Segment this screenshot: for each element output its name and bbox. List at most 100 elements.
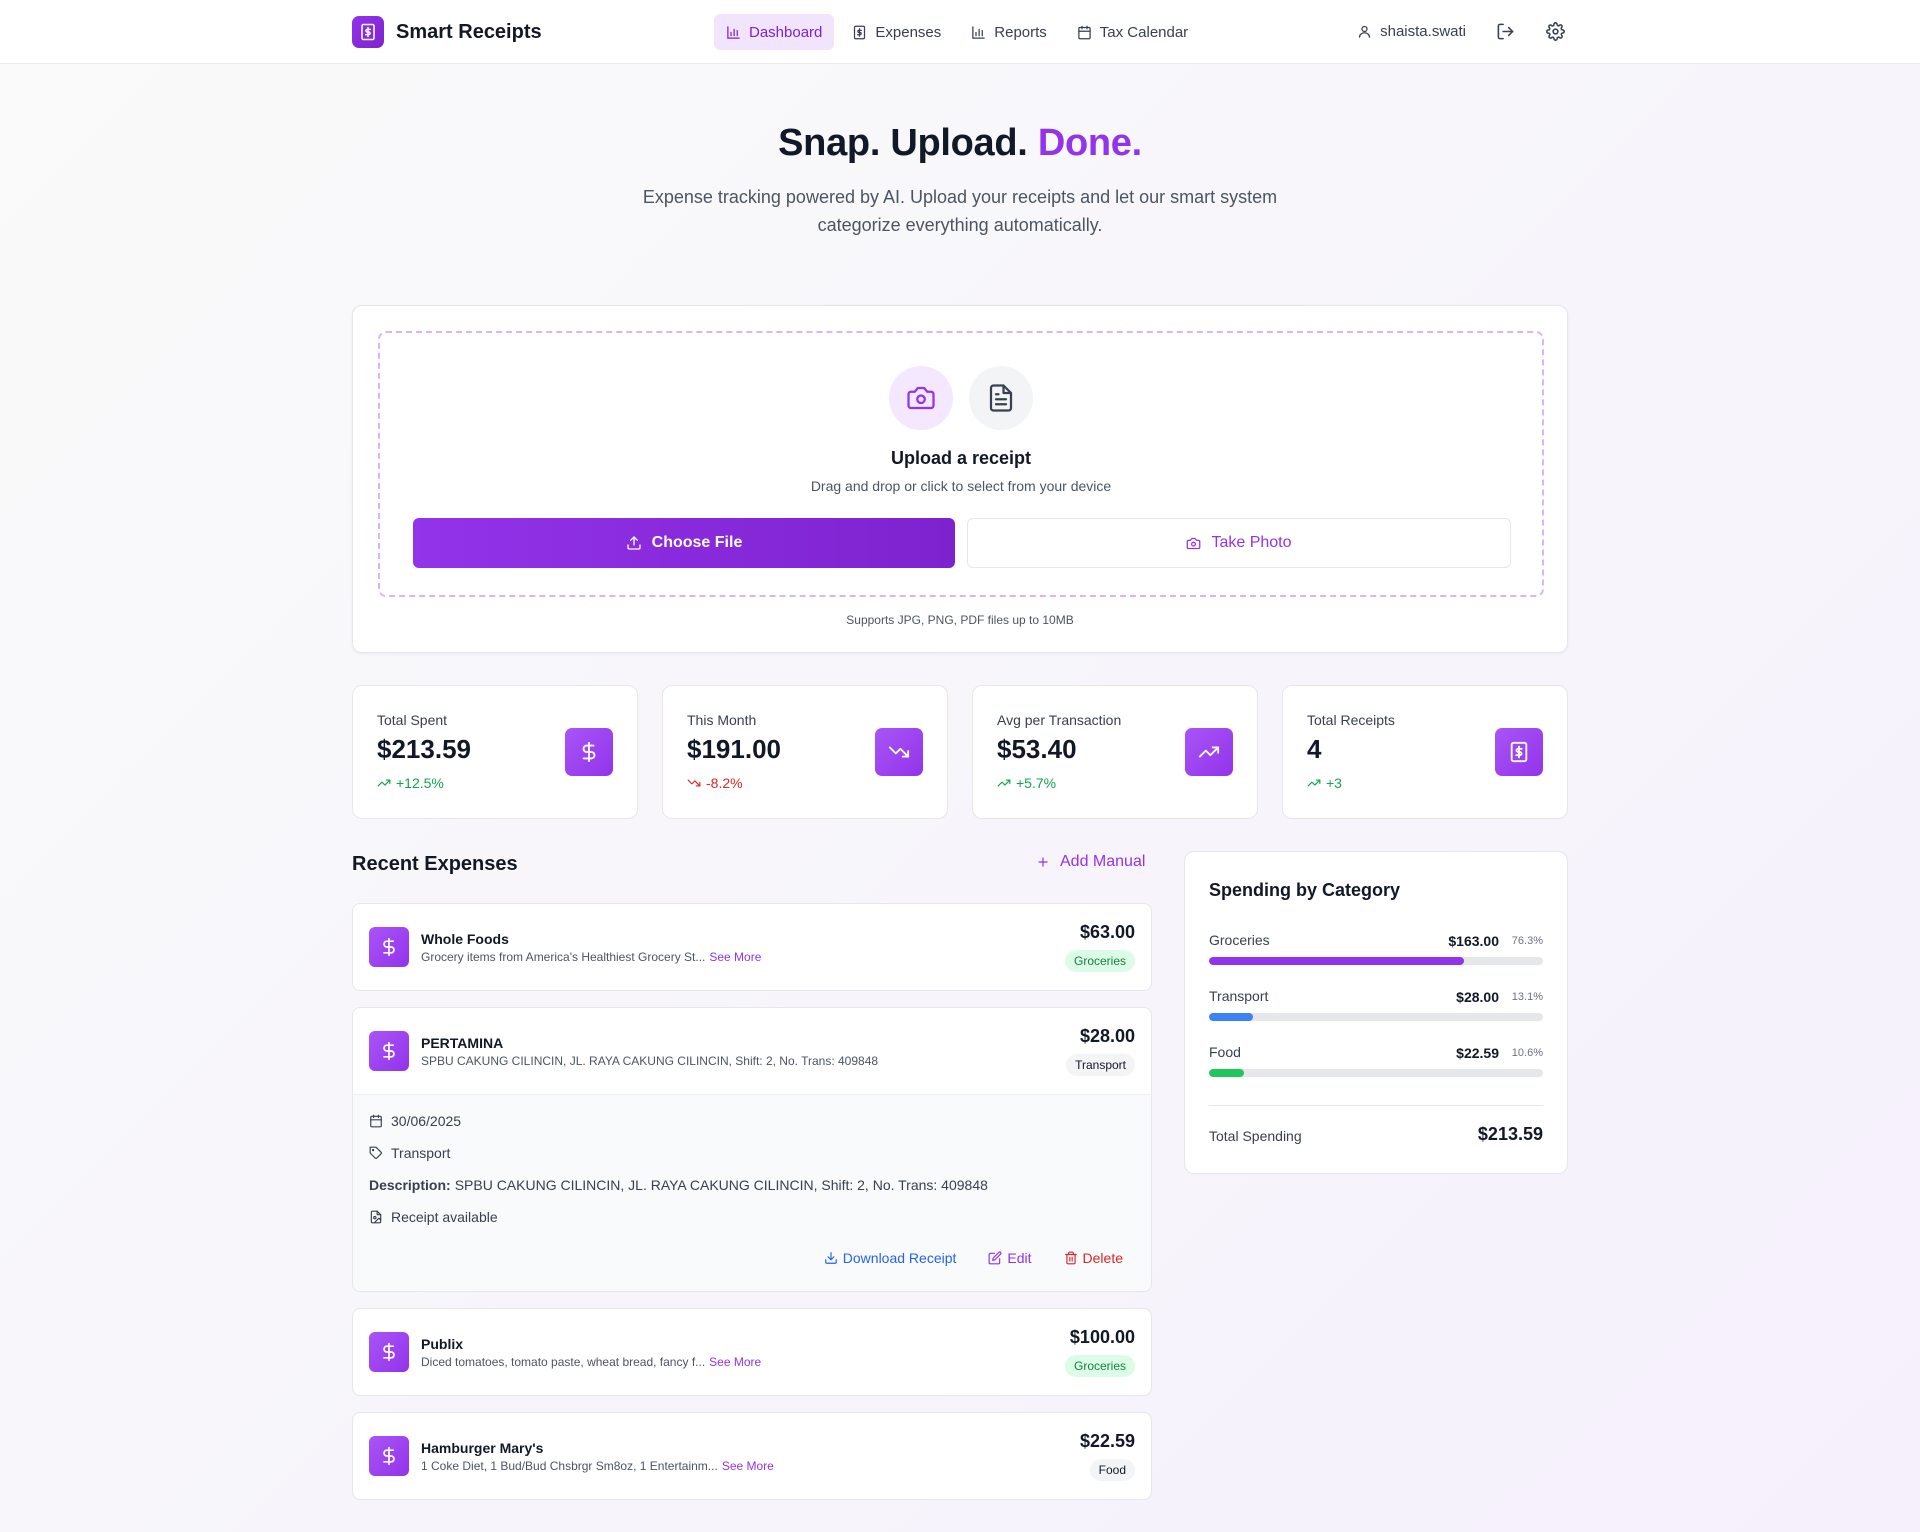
expense-item[interactable]: Publix Diced tomatoes, tomato paste, whe… xyxy=(352,1308,1152,1396)
category-row-food: Food $22.59 10.6% xyxy=(1209,1044,1543,1077)
hero-title: Snap. Upload. Done. xyxy=(0,122,1920,165)
see-more-link[interactable]: See More xyxy=(722,1459,774,1473)
stat-change-value: +12.5% xyxy=(396,775,444,791)
dollar-icon xyxy=(369,1031,409,1071)
receipt-icon xyxy=(352,16,384,48)
category-percent: 76.3% xyxy=(1511,935,1543,947)
edit-button[interactable]: Edit xyxy=(988,1250,1032,1266)
delete-button[interactable]: Delete xyxy=(1064,1250,1123,1266)
trending-up-icon xyxy=(997,779,1011,787)
expense-header[interactable]: Hamburger Mary's 1 Coke Diet, 1 Bud/Bud … xyxy=(353,1413,1151,1499)
see-more-link[interactable]: See More xyxy=(709,1355,761,1369)
hero-subtitle: Expense tracking powered by AI. Upload y… xyxy=(642,187,1278,235)
category-card-title: Spending by Category xyxy=(1209,880,1401,900)
stat-card-avg-transaction: Avg per Transaction $53.40 +5.7% xyxy=(972,685,1258,819)
expense-header[interactable]: PERTAMINA SPBU CAKUNG CILINCIN, JL. RAYA… xyxy=(353,1008,1151,1094)
stat-value: 4 xyxy=(1307,734,1322,764)
expense-description: Grocery items from America's Healthiest … xyxy=(421,950,761,964)
camera-icon xyxy=(1187,537,1201,549)
expense-details: 30/06/2025 Transport Description: SPBU C… xyxy=(353,1094,1151,1291)
stat-label: Total Spent xyxy=(377,712,448,728)
trending-down-icon xyxy=(687,779,701,787)
choose-file-label: Choose File xyxy=(651,534,743,551)
nav-dashboard[interactable]: Dashboard xyxy=(714,14,835,50)
expense-description: Diced tomatoes, tomato paste, wheat brea… xyxy=(421,1355,761,1369)
download-receipt-button[interactable]: Download Receipt xyxy=(824,1250,956,1266)
dollar-icon xyxy=(369,1436,409,1476)
settings-button[interactable] xyxy=(1542,18,1568,44)
expense-header[interactable]: Publix Diced tomatoes, tomato paste, whe… xyxy=(353,1309,1151,1395)
receipt-icon xyxy=(854,25,866,39)
bar-chart-icon xyxy=(972,25,986,39)
detail-category: Transport xyxy=(369,1145,450,1161)
take-photo-label: Take Photo xyxy=(1211,534,1292,551)
expense-actions: Download Receipt Edit Delete xyxy=(824,1250,1123,1266)
stat-change-value: +3 xyxy=(1326,775,1342,791)
take-photo-button[interactable]: Take Photo xyxy=(967,518,1511,568)
user-icon xyxy=(1359,25,1371,38)
delete-label: Delete xyxy=(1082,1250,1123,1266)
divider xyxy=(1209,1105,1543,1106)
total-spending-label: Total Spending xyxy=(1209,1128,1302,1144)
upload-icon xyxy=(626,536,641,550)
nav-tax-calendar[interactable]: Tax Calendar xyxy=(1065,14,1200,50)
nav-expenses[interactable]: Expenses xyxy=(840,14,953,50)
receipt-icon xyxy=(1495,728,1543,776)
expense-item[interactable]: Hamburger Mary's 1 Coke Diet, 1 Bud/Bud … xyxy=(352,1412,1152,1500)
stat-card-total-receipts: Total Receipts 4 +3 xyxy=(1282,685,1568,819)
calendar-icon xyxy=(1078,25,1091,39)
stat-card-total-spent: Total Spent $213.59 +12.5% xyxy=(352,685,638,819)
detail-description-value: SPBU CAKUNG CILINCIN, JL. RAYA CAKUNG CI… xyxy=(454,1177,988,1193)
brand[interactable]: Smart Receipts xyxy=(352,16,542,48)
supported-formats-note: Supports JPG, PNG, PDF files up to 10MB xyxy=(846,613,1074,627)
top-navbar: Smart Receipts Dashboard Expenses Report… xyxy=(0,0,1920,64)
category-row-groceries: Groceries $163.00 76.3% xyxy=(1209,932,1543,965)
expense-description: 1 Coke Diet, 1 Bud/Bud Chsbrgr Sm8oz, 1 … xyxy=(421,1459,774,1473)
dollar-icon xyxy=(565,728,613,776)
trending-up-icon xyxy=(377,779,391,787)
nav-label: Dashboard xyxy=(749,23,823,41)
add-manual-button[interactable]: Add Manual xyxy=(1036,853,1145,871)
logout-button[interactable] xyxy=(1492,18,1518,44)
category-badge: Transport xyxy=(1066,1054,1135,1076)
choose-file-button[interactable]: Choose File xyxy=(413,518,955,568)
detail-description-label: Description: xyxy=(369,1177,451,1193)
hero-title-accent: Done. xyxy=(1037,122,1142,164)
main-nav: Dashboard Expenses Reports Tax Calendar xyxy=(714,14,1200,50)
category-name: Food xyxy=(1209,1044,1241,1060)
stat-label: This Month xyxy=(687,712,757,728)
expense-item-expanded[interactable]: PERTAMINA SPBU CAKUNG CILINCIN, JL. RAYA… xyxy=(352,1007,1152,1292)
upload-icons xyxy=(380,366,1542,430)
category-progress-track xyxy=(1209,1013,1543,1021)
category-badge: Food xyxy=(1089,1459,1135,1481)
upload-title: Upload a receipt xyxy=(890,448,1032,468)
app-name: Smart Receipts xyxy=(396,20,542,43)
trending-down-icon xyxy=(875,728,923,776)
nav-reports[interactable]: Reports xyxy=(959,14,1059,50)
category-name: Groceries xyxy=(1209,932,1270,948)
see-more-link[interactable]: See More xyxy=(709,950,761,964)
stat-card-this-month: This Month $191.00 -8.2% xyxy=(662,685,948,819)
expense-merchant: Publix xyxy=(421,1336,464,1352)
upload-subtitle: Drag and drop or click to select from yo… xyxy=(810,478,1112,494)
expense-description-text: 1 Coke Diet, 1 Bud/Bud Chsbrgr Sm8oz, 1 … xyxy=(421,1459,718,1473)
category-name: Transport xyxy=(1209,988,1269,1004)
expense-amount: $100.00 xyxy=(1069,1327,1135,1347)
category-percent: 13.1% xyxy=(1511,991,1543,1003)
detail-receipt-status: Receipt available xyxy=(391,1209,498,1225)
detail-date-value: 30/06/2025 xyxy=(391,1113,462,1129)
trending-up-icon xyxy=(1307,779,1321,787)
stat-change-value: -8.2% xyxy=(706,775,743,791)
expense-description-text: Grocery items from America's Healthiest … xyxy=(421,950,706,964)
hero-title-main: Snap. Upload. xyxy=(778,122,1028,164)
stat-change: +3 xyxy=(1307,775,1342,791)
detail-receipt: Receipt available xyxy=(369,1209,498,1225)
expense-item[interactable]: Whole Foods Grocery items from America's… xyxy=(352,903,1152,991)
stat-label: Total Receipts xyxy=(1307,712,1395,728)
file-image-icon xyxy=(370,1210,382,1224)
edit-icon xyxy=(988,1251,1002,1265)
category-progress-fill xyxy=(1209,957,1464,965)
expense-header[interactable]: Whole Foods Grocery items from America's… xyxy=(353,904,1151,990)
upload-dropzone[interactable]: Upload a receipt Drag and drop or click … xyxy=(378,331,1544,597)
detail-category-value: Transport xyxy=(391,1145,451,1161)
